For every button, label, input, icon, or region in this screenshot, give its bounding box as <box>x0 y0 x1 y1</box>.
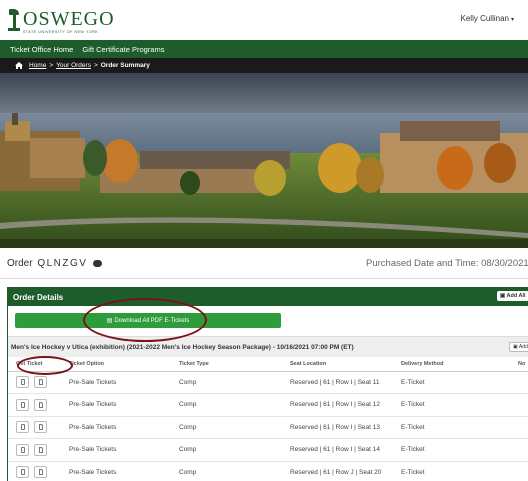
breadcrumb-current: Order Summary <box>100 62 150 69</box>
campus-hero-image <box>0 73 528 248</box>
delivery-method: E-Ticket <box>401 393 518 417</box>
seat-location: Reserved | 61 | Row I | Seat 13 <box>290 416 401 439</box>
home-icon <box>15 62 23 69</box>
table-row: Pre-Sale Tickets Comp Reserved | 61 | Ro… <box>8 393 528 417</box>
col-ticket-type: Ticket Type <box>179 357 290 372</box>
seat-location: Reserved | 61 | Row I | Seat 12 <box>290 393 401 417</box>
notes-cell <box>518 393 528 417</box>
main-nav: Ticket Office Home Gift Certificate Prog… <box>0 40 528 58</box>
ticket-option: Pre-Sale Tickets <box>69 371 179 394</box>
ticket-option: Pre-Sale Tickets <box>69 461 179 481</box>
ticket-type: Comp <box>179 461 290 481</box>
user-menu[interactable]: Kelly Cullinan ▾ <box>461 14 514 23</box>
seat-location: Reserved | 61 | Row I | Seat 11 <box>290 371 401 394</box>
ticket-type: Comp <box>179 438 290 462</box>
seat-location: Reserved | 61 | Row J | Seat 20 <box>290 461 401 481</box>
notes-cell <box>518 438 528 462</box>
order-label: Order <box>7 258 33 269</box>
ticket-option: Pre-Sale Tickets <box>69 438 179 462</box>
logo-mark-icon <box>8 9 20 31</box>
comment-icon[interactable] <box>93 259 103 267</box>
breadcrumb-separator: > <box>93 62 98 69</box>
notes-cell <box>518 416 528 439</box>
purchased-date: Purchased Date and Time: 08/30/2021 10:… <box>366 258 528 269</box>
ticket-type: Comp <box>179 393 290 417</box>
order-details-header: Order Details ▣ Add All <box>8 288 528 306</box>
pdf-icon[interactable] <box>34 376 47 389</box>
table-header-row: Get Ticket Ticket Option Ticket Type Sea… <box>8 357 528 372</box>
table-row: Pre-Sale Tickets Comp Reserved | 61 | Ro… <box>8 371 528 394</box>
col-ticket-option: Ticket Option <box>69 357 179 372</box>
nav-gift-certificate-programs[interactable]: Gift Certificate Programs <box>82 45 164 54</box>
pdf-icon[interactable] <box>34 421 47 434</box>
delivery-method: E-Ticket <box>401 371 518 394</box>
table-row: Pre-Sale Tickets Comp Reserved | 61 | Ro… <box>8 416 528 439</box>
order-code: QLNZGV <box>37 258 88 269</box>
user-name: Kelly Cullinan <box>460 14 509 23</box>
logo-wordmark: OSWEGO <box>23 8 115 30</box>
get-ticket-cell <box>8 416 69 439</box>
get-ticket-cell <box>8 371 69 394</box>
delivery-method: E-Ticket <box>401 416 518 439</box>
download-all-pdf-button[interactable]: ▤ Download All PDF E-Tickets <box>15 313 281 328</box>
col-get-ticket: Get Ticket <box>8 357 69 372</box>
download-all-label: Download All PDF E-Tickets <box>114 317 190 324</box>
pdf-icon[interactable] <box>34 466 47 479</box>
col-seat-location: Seat Location <box>290 357 401 372</box>
order-summary-bar: Order QLNZGV Purchased Date and Time: 08… <box>0 248 528 279</box>
ticket-table: Get Ticket Ticket Option Ticket Type Sea… <box>8 357 528 481</box>
oswego-logo[interactable]: OSWEGO STATE UNIVERSITY OF NEW YORK <box>8 9 115 34</box>
caret-down-icon: ▾ <box>510 17 514 23</box>
table-row: Pre-Sale Tickets Comp Reserved | 61 | Ro… <box>8 461 528 481</box>
event-title: Men's Ice Hockey v Utica (exhibition) (2… <box>11 343 354 351</box>
col-delivery-method: Delivery Method <box>401 357 518 372</box>
ticket-type: Comp <box>179 416 290 439</box>
event-title-row: Men's Ice Hockey v Utica (exhibition) (2… <box>8 336 528 357</box>
mobile-ticket-icon[interactable] <box>16 398 29 411</box>
get-ticket-cell <box>8 393 69 417</box>
ticket-option: Pre-Sale Tickets <box>69 393 179 417</box>
seat-location: Reserved | 61 | Row I | Seat 14 <box>290 438 401 462</box>
breadcrumb-separator: > <box>49 62 54 69</box>
delivery-method: E-Ticket <box>401 461 518 481</box>
get-ticket-cell <box>8 438 69 462</box>
pdf-icon[interactable] <box>34 398 47 411</box>
document-icon: ▤ <box>106 318 113 324</box>
order-details-title: Order Details <box>13 292 64 302</box>
top-header: OSWEGO STATE UNIVERSITY OF NEW YORK Kell… <box>0 0 528 40</box>
notes-cell <box>518 461 528 481</box>
breadcrumb-orders-link[interactable]: Your Orders <box>56 62 91 69</box>
mobile-ticket-icon[interactable] <box>16 466 29 479</box>
download-area: ▤ Download All PDF E-Tickets <box>8 306 528 336</box>
pdf-icon[interactable] <box>34 443 47 456</box>
breadcrumb: Home > Your Orders > Order Summary <box>0 58 528 73</box>
order-details-panel: Order Details ▣ Add All ▤ Download All P… <box>7 287 528 481</box>
get-ticket-cell <box>8 461 69 481</box>
mobile-ticket-icon[interactable] <box>16 376 29 389</box>
logo-subtext: STATE UNIVERSITY OF NEW YORK <box>23 30 99 34</box>
ticket-option: Pre-Sale Tickets <box>69 416 179 439</box>
order-heading: Order QLNZGV <box>7 258 103 269</box>
add-label: Add <box>518 344 528 350</box>
add-all-button[interactable]: ▣ Add All <box>497 291 528 301</box>
breadcrumb-home-link[interactable]: Home <box>29 62 46 69</box>
mobile-ticket-icon[interactable] <box>16 421 29 434</box>
col-notes: No <box>518 357 528 372</box>
add-to-calendar-button[interactable]: ▣ Add <box>509 342 528 352</box>
ticket-type: Comp <box>179 371 290 394</box>
delivery-method: E-Ticket <box>401 438 518 462</box>
add-all-label: Add All <box>506 293 526 299</box>
nav-ticket-office-home[interactable]: Ticket Office Home <box>10 45 73 54</box>
table-row: Pre-Sale Tickets Comp Reserved | 61 | Ro… <box>8 438 528 462</box>
mobile-ticket-icon[interactable] <box>16 443 29 456</box>
notes-cell <box>518 371 528 394</box>
